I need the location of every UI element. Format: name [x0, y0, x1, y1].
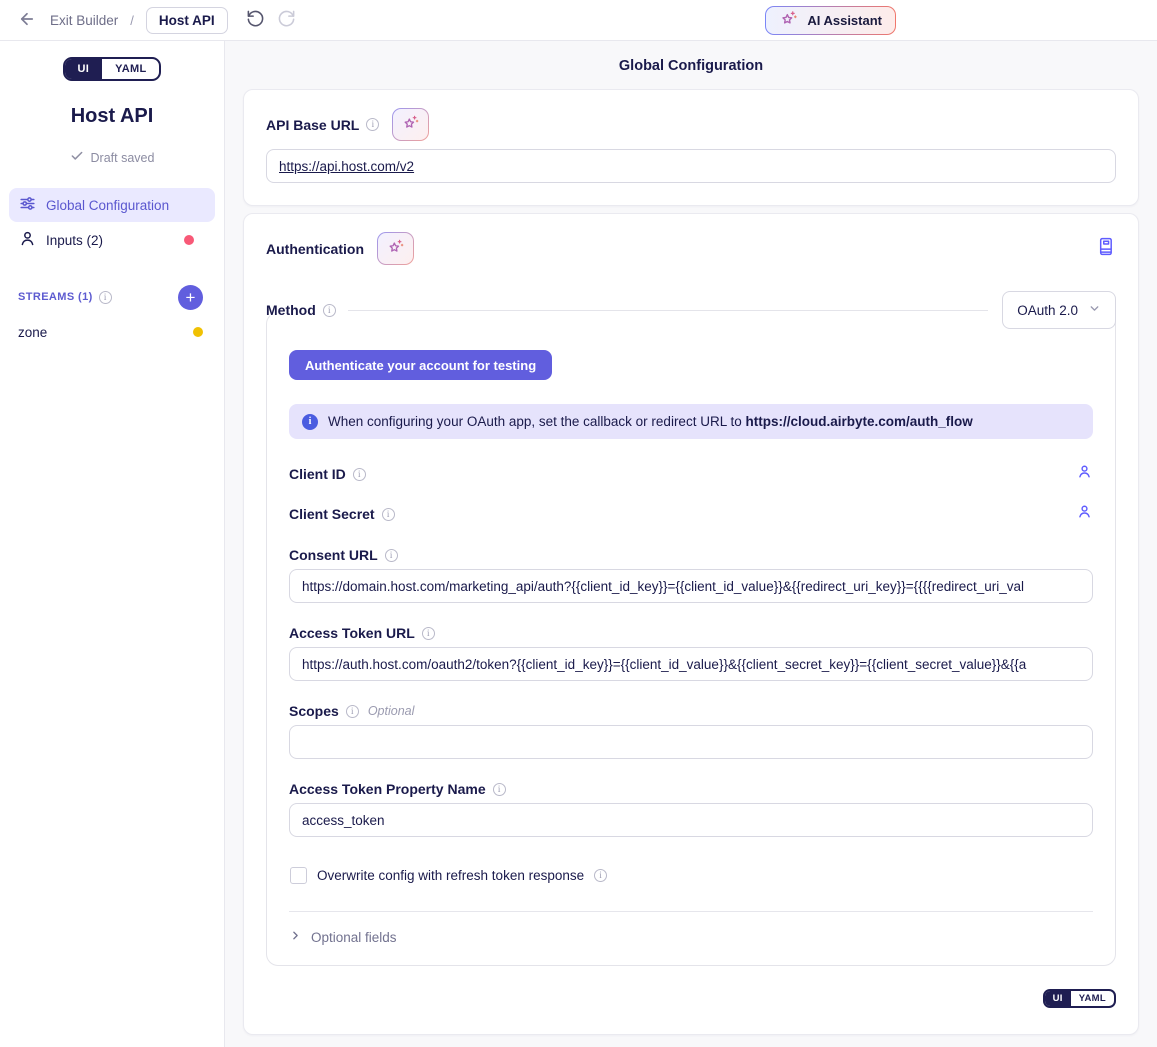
info-icon[interactable]: i: [323, 304, 336, 317]
api-base-url-label: API Base URL: [266, 117, 359, 133]
sidebar-stream-zone[interactable]: zone: [0, 317, 224, 347]
user-input-icon[interactable]: [1076, 503, 1093, 525]
auth-method-value: OAuth 2.0: [1017, 303, 1078, 318]
oauth-group: Authenticate your account for testing i …: [266, 312, 1116, 966]
ai-suggest-button[interactable]: [392, 108, 429, 141]
toggle-yaml[interactable]: YAML: [102, 59, 159, 79]
redo-icon: [277, 9, 296, 31]
user-icon: [18, 229, 37, 251]
info-icon: i: [302, 414, 318, 430]
api-base-url-card: API Base URL i: [243, 89, 1139, 206]
ai-sparkle-icon: [779, 9, 799, 32]
info-icon[interactable]: i: [366, 118, 379, 131]
user-input-icon[interactable]: [1076, 463, 1093, 485]
consent-url-input[interactable]: [289, 569, 1093, 603]
info-icon[interactable]: i: [382, 508, 395, 521]
chevron-down-icon: [1088, 302, 1101, 318]
add-stream-button[interactable]: +: [178, 285, 203, 310]
info-icon[interactable]: i: [493, 783, 506, 796]
overwrite-config-checkbox[interactable]: [290, 867, 307, 884]
sidebar-item-label: Global Configuration: [46, 198, 169, 213]
access-token-url-input[interactable]: [289, 647, 1093, 681]
save-status: Draft saved: [0, 149, 224, 166]
scopes-label: Scopes: [289, 703, 339, 719]
optional-tag: Optional: [368, 704, 415, 718]
exit-builder-label[interactable]: Exit Builder: [50, 13, 118, 28]
callback-info-text: When configuring your OAuth app, set the…: [328, 414, 973, 429]
streams-header: STREAMS (1): [18, 291, 93, 303]
sidebar-item-inputs[interactable]: Inputs (2): [9, 223, 215, 257]
toggle-ui[interactable]: UI: [1045, 991, 1071, 1006]
check-icon: [70, 149, 84, 166]
authentication-label: Authentication: [266, 241, 364, 257]
client-secret-label: Client Secret: [289, 506, 375, 522]
ai-sparkle-icon: [386, 237, 406, 260]
divider: [348, 310, 988, 311]
ai-assistant-button[interactable]: AI Assistant: [765, 6, 896, 35]
overwrite-config-label: Overwrite config with refresh token resp…: [317, 868, 584, 883]
toggle-yaml[interactable]: YAML: [1071, 991, 1114, 1006]
page-title: Global Configuration: [243, 41, 1139, 89]
ai-sparkle-icon: [401, 113, 421, 136]
scopes-input[interactable]: [289, 725, 1093, 759]
ai-assistant-label: AI Assistant: [807, 13, 882, 28]
save-status-label: Draft saved: [91, 151, 155, 165]
breadcrumb-separator: /: [130, 13, 134, 28]
api-base-url-input[interactable]: [266, 149, 1116, 183]
optional-fields-expander[interactable]: Optional fields: [289, 929, 1093, 945]
access-token-url-label: Access Token URL: [289, 625, 415, 641]
main-panel: Global Configuration API Base URL i: [225, 41, 1157, 1047]
info-icon[interactable]: i: [422, 627, 435, 640]
redo-button[interactable]: [275, 7, 298, 33]
consent-url-label: Consent URL: [289, 547, 378, 563]
undo-icon: [246, 9, 265, 31]
chevron-right-icon: [289, 929, 302, 945]
info-icon[interactable]: i: [385, 549, 398, 562]
info-icon[interactable]: i: [346, 705, 359, 718]
divider: [289, 911, 1093, 912]
connector-title: Host API: [0, 105, 224, 128]
arrow-left-icon: [18, 10, 36, 31]
docs-button[interactable]: [1095, 235, 1116, 263]
optional-fields-label: Optional fields: [311, 930, 397, 945]
connector-name-field[interactable]: Host API: [146, 7, 228, 34]
info-icon[interactable]: i: [594, 869, 607, 882]
authenticate-button[interactable]: Authenticate your account for testing: [289, 350, 552, 380]
sidebar-item-label: Inputs (2): [46, 233, 103, 248]
access-token-property-name-input[interactable]: [289, 803, 1093, 837]
client-id-label: Client ID: [289, 466, 346, 482]
auth-method-select[interactable]: OAuth 2.0: [1002, 291, 1116, 329]
sidebar-item-global-configuration[interactable]: Global Configuration: [9, 188, 215, 222]
inputs-error-dot: [184, 235, 194, 245]
access-token-property-name-label: Access Token Property Name: [289, 781, 486, 797]
builder-sidebar: UI YAML Host API Draft saved Global Co: [0, 41, 225, 1047]
ui-yaml-toggle: UI YAML: [63, 57, 162, 81]
info-icon[interactable]: i: [99, 291, 112, 304]
exit-builder-back-button[interactable]: [16, 8, 38, 33]
ai-suggest-button[interactable]: [377, 232, 414, 265]
stream-warning-dot: [193, 327, 203, 337]
info-icon[interactable]: i: [353, 468, 366, 481]
callback-info-banner: i When configuring your OAuth app, set t…: [289, 404, 1093, 439]
callback-url: https://cloud.airbyte.com/auth_flow: [745, 414, 972, 429]
stream-name: zone: [18, 325, 47, 340]
toggle-ui[interactable]: UI: [65, 59, 103, 79]
top-bar: Exit Builder / Host API AI Assistant: [0, 0, 1157, 41]
sliders-icon: [18, 194, 37, 216]
undo-button[interactable]: [244, 7, 267, 33]
section-ui-yaml-toggle: UI YAML: [1043, 989, 1116, 1008]
authentication-card: Authentication: [243, 213, 1139, 1035]
method-label: Method: [266, 302, 316, 318]
